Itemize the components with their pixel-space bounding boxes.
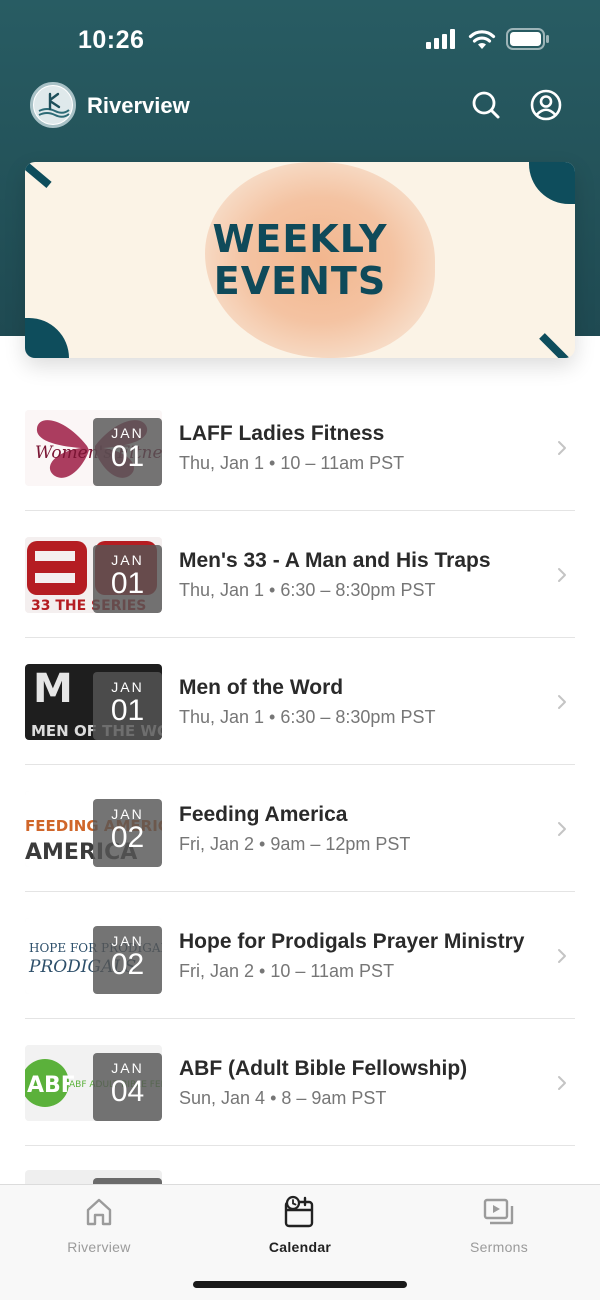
- battery-icon: [506, 28, 549, 50]
- media-playlist-icon: [483, 1198, 514, 1225]
- tab-label: Sermons: [469, 1239, 529, 1255]
- date-badge: JAN 01: [93, 418, 162, 486]
- chevron-right-icon: [558, 949, 566, 963]
- chevron-right-icon: [558, 822, 566, 836]
- date-badge: JAN 02: [93, 799, 162, 867]
- banner-title: WEEKLY EVENTS: [25, 220, 575, 300]
- account-button[interactable]: [529, 88, 563, 122]
- date-day: 01: [110, 567, 145, 600]
- event-row[interactable]: 33 THE SERIES JAN 01 Men's 33 - A Man an…: [25, 511, 575, 638]
- weekly-events-banner[interactable]: WEEKLY EVENTS: [25, 162, 575, 358]
- event-thumbnail: ABF ABF ADULT BIBLE FELLOWSHIP JAN 04: [25, 1045, 162, 1121]
- event-time: Fri, Jan 2 • 9am – 12pm PST: [179, 834, 411, 854]
- app-title: Riverview: [87, 93, 190, 118]
- tab-sermons[interactable]: Sermons: [429, 1195, 569, 1265]
- event-thumbnail: Women's Fitness JAN 01: [25, 410, 162, 486]
- status-bar: 10:26: [0, 0, 600, 80]
- tab-label: Calendar: [268, 1239, 332, 1255]
- date-day: 02: [110, 948, 145, 981]
- banner-corner-accent: [539, 333, 569, 358]
- tab-riverview[interactable]: Riverview: [29, 1195, 169, 1265]
- tab-calendar[interactable]: Calendar: [230, 1195, 370, 1265]
- date-month: JAN: [111, 425, 144, 441]
- status-time: 10:26: [78, 26, 145, 54]
- banner-corner-accent: [529, 162, 575, 204]
- tab-label: Riverview: [67, 1239, 131, 1255]
- event-row[interactable]: FEEDING AMERICA AMERICA JAN 02 Feeding A…: [25, 765, 575, 892]
- home-icon: [86, 1198, 112, 1226]
- event-list: Women's Fitness JAN 01 LAFF Ladies Fitne…: [25, 384, 575, 1146]
- event-time: Thu, Jan 1 • 6:30 – 8:30pm PST: [179, 707, 436, 727]
- chevron-right-icon: [558, 1076, 566, 1090]
- status-icons: [426, 28, 550, 50]
- event-title: Hope for Prodigals Prayer Ministry: [179, 930, 525, 953]
- date-month: JAN: [111, 1060, 144, 1076]
- calendar-icon: [284, 1195, 314, 1228]
- banner-corner-accent: [25, 318, 69, 358]
- date-badge: JAN 01: [93, 545, 162, 613]
- date-badge: JAN 01: [93, 672, 162, 740]
- event-title: Feeding America: [179, 803, 348, 826]
- event-row[interactable]: MEN OF THE WORD M JAN 01 Men of the Word…: [25, 638, 575, 765]
- date-day: 01: [110, 694, 145, 727]
- date-badge: JAN 04: [93, 1053, 162, 1121]
- event-thumbnail: HOPE FOR PRODIGALS PRODIGALS JAN 02: [25, 918, 162, 994]
- event-time: Sun, Jan 4 • 8 – 9am PST: [179, 1088, 387, 1108]
- chevron-right-icon: [558, 695, 566, 709]
- date-badge: JAN 02: [93, 926, 162, 994]
- date-day: 04: [110, 1075, 145, 1108]
- svg-text:M: M: [33, 666, 73, 712]
- wifi-icon: [468, 29, 496, 49]
- event-row[interactable]: HOPE FOR PRODIGALS PRODIGALS JAN 02 Hope…: [25, 892, 575, 1019]
- date-month: JAN: [111, 679, 144, 695]
- event-thumbnail: 33 THE SERIES JAN 01: [25, 537, 162, 613]
- event-row[interactable]: Women's Fitness JAN 01 LAFF Ladies Fitne…: [25, 384, 575, 511]
- date-day: 01: [110, 440, 145, 473]
- app-header: Riverview: [0, 80, 600, 136]
- banner-title-line1: WEEKLY: [212, 217, 388, 261]
- search-button[interactable]: [469, 88, 503, 122]
- event-title: Men's 33 - A Man and His Traps: [179, 549, 491, 572]
- account-icon: [530, 89, 562, 121]
- banner-corner-accent: [25, 162, 52, 188]
- event-row-partial[interactable]: [25, 1170, 162, 1184]
- date-month: JAN: [111, 806, 144, 822]
- cellular-signal-icon: [426, 29, 455, 49]
- event-row[interactable]: ABF ABF ADULT BIBLE FELLOWSHIP JAN 04 AB…: [25, 1019, 575, 1146]
- event-title: LAFF Ladies Fitness: [179, 422, 385, 445]
- event-title: ABF (Adult Bible Fellowship): [179, 1057, 468, 1080]
- event-time: Thu, Jan 1 • 10 – 11am PST: [179, 453, 405, 473]
- event-time: Fri, Jan 2 • 10 – 11am PST: [179, 961, 395, 981]
- chevron-right-icon: [558, 441, 566, 455]
- date-day: 02: [110, 821, 145, 854]
- event-thumbnail: MEN OF THE WORD M JAN 01: [25, 664, 162, 740]
- date-month: JAN: [111, 552, 144, 568]
- event-title: Men of the Word: [179, 676, 344, 699]
- logo-mark-icon: [34, 86, 72, 124]
- event-time: Thu, Jan 1 • 6:30 – 8:30pm PST: [179, 580, 436, 600]
- church-logo[interactable]: [30, 82, 76, 128]
- date-month: JAN: [111, 933, 144, 949]
- banner-title-line2: EVENTS: [213, 259, 387, 303]
- search-icon: [472, 91, 500, 119]
- event-thumbnail: FEEDING AMERICA AMERICA JAN 02: [25, 791, 162, 867]
- home-indicator[interactable]: [193, 1281, 407, 1288]
- chevron-right-icon: [558, 568, 566, 582]
